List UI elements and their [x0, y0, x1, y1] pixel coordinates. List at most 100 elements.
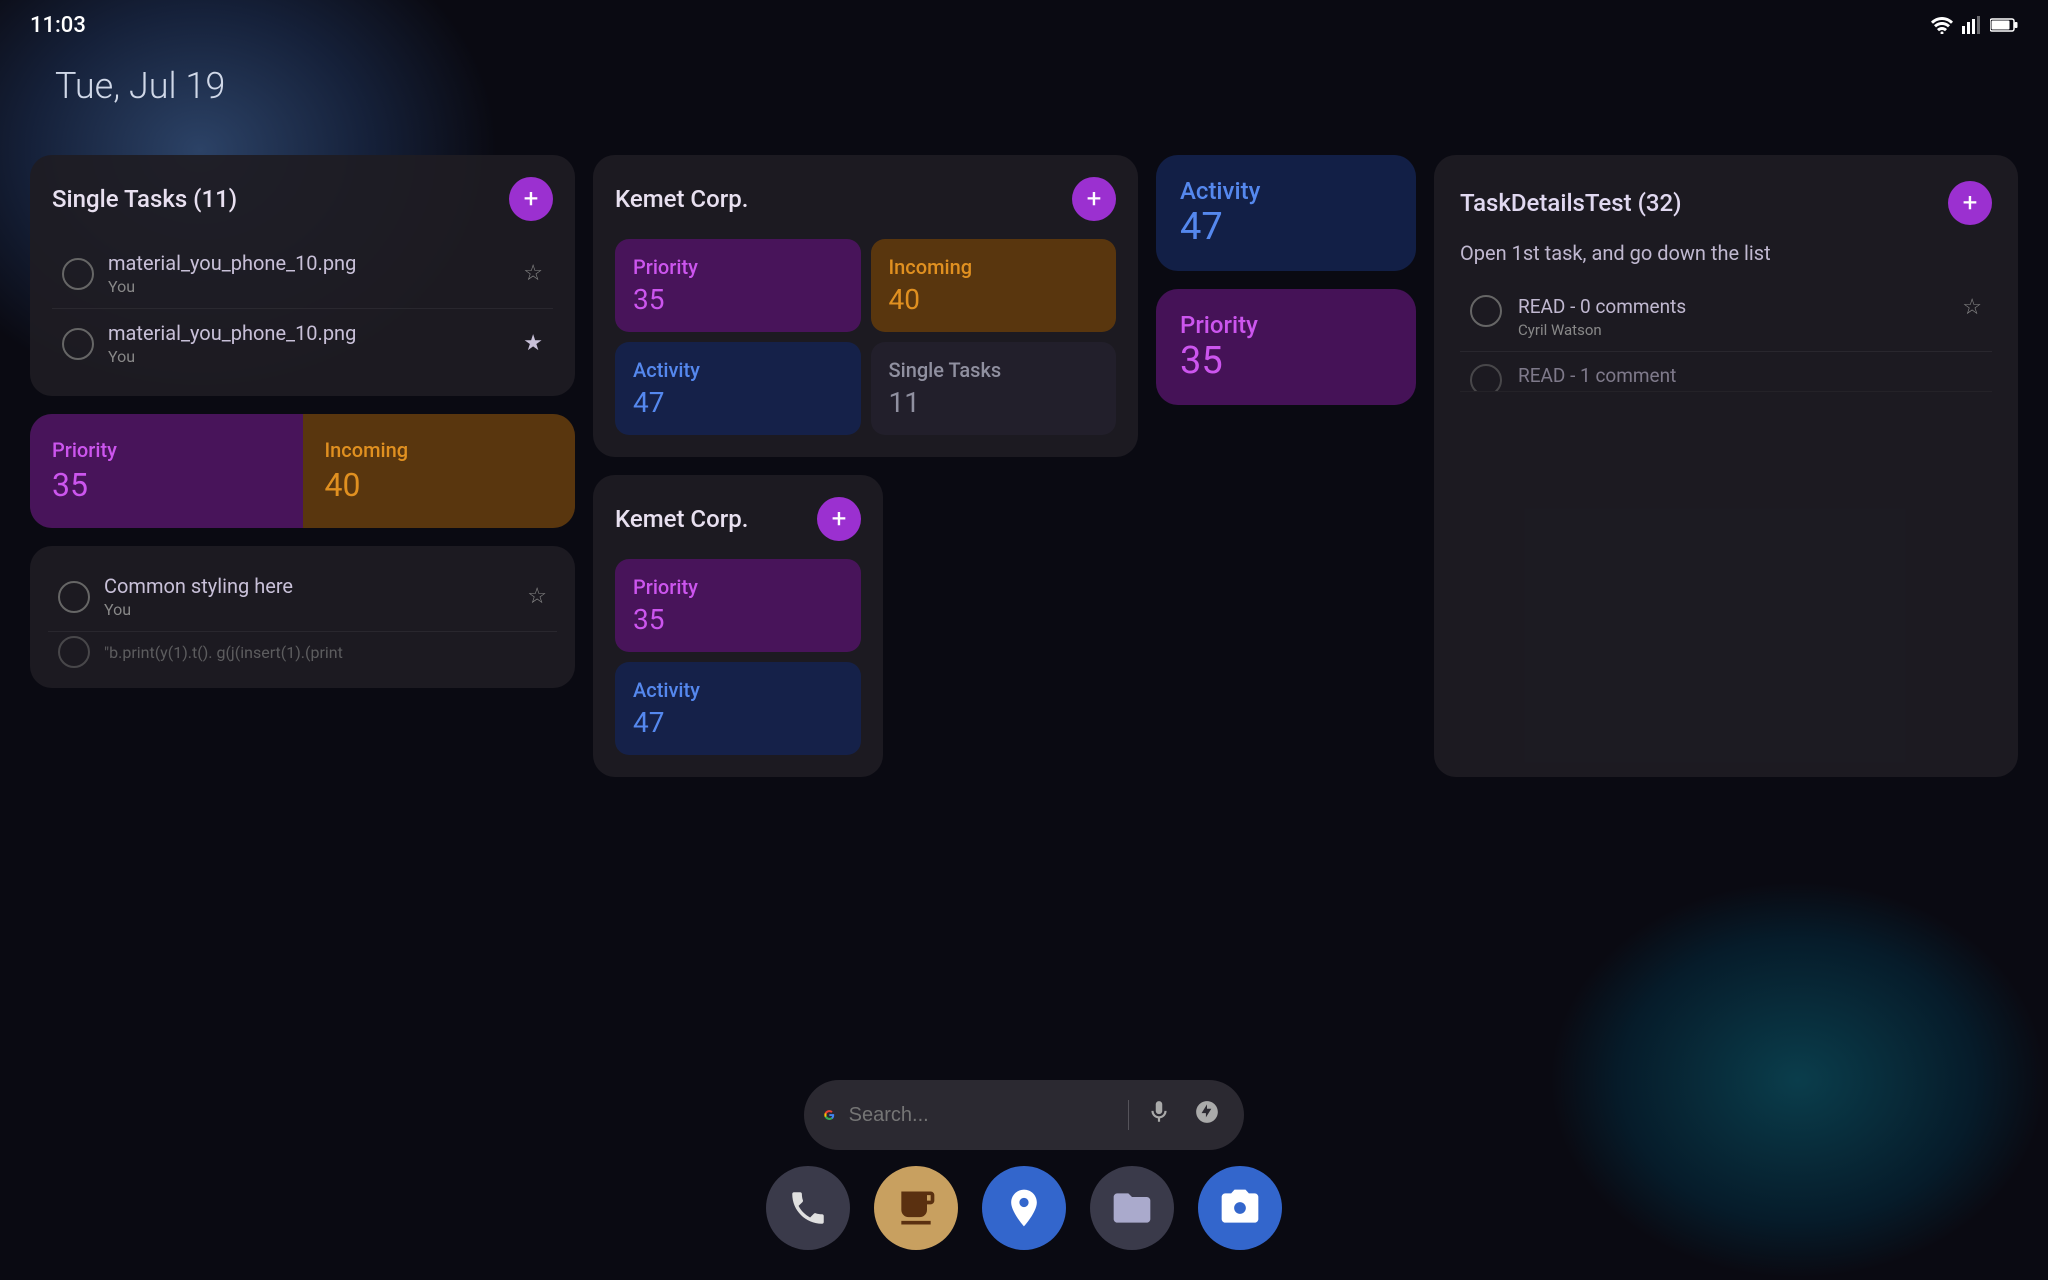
- kemet-small-activity-cell[interactable]: Activity 47: [615, 662, 861, 755]
- task-checkbox[interactable]: [62, 328, 94, 360]
- single-tasks-title: Single Tasks (11): [52, 185, 237, 213]
- background-blob-2: [1548, 880, 2048, 1280]
- signal-icon: [1962, 16, 1982, 34]
- task-details-add-button[interactable]: +: [1948, 181, 1992, 225]
- dock-files-icon[interactable]: [1090, 1166, 1174, 1250]
- priority-incoming-widget: Priority 35 Incoming 40: [30, 414, 575, 528]
- priority-half[interactable]: Priority 35: [30, 414, 303, 528]
- task-detail-item[interactable]: READ - 0 comments Cyril Watson ☆: [1460, 283, 1992, 352]
- task-item-partial[interactable]: "b.print(y(1).t(). g(j(insert(1).(print: [48, 632, 557, 672]
- kemet-small-title: Kemet Corp.: [615, 505, 748, 533]
- activity-value: 47: [1180, 205, 1392, 249]
- kemet-incoming-cell[interactable]: Incoming 40: [871, 239, 1117, 332]
- task-detail-name: READ - 1 comment: [1518, 364, 1982, 387]
- priority-label: Priority: [52, 438, 281, 462]
- task-name: material_you_phone_10.png: [108, 321, 523, 345]
- cell-value: 47: [633, 706, 843, 739]
- middle-column: Kemet Corp. + Priority 35 Incoming 40 Ac…: [593, 155, 1138, 777]
- task-item[interactable]: Common styling here You ☆: [48, 562, 557, 632]
- dock-maps-icon[interactable]: [982, 1166, 1066, 1250]
- incoming-value: 40: [325, 466, 554, 504]
- task-assignee: You: [104, 600, 527, 619]
- search-input[interactable]: [849, 1104, 1114, 1127]
- task-star-icon[interactable]: ★: [523, 331, 543, 356]
- task-item[interactable]: material_you_phone_10.png You ★: [52, 309, 553, 378]
- wifi-icon: [1930, 16, 1954, 34]
- right-section: Activity 47 Priority 35 TaskDetailsTest …: [1156, 155, 2018, 777]
- cell-value: 35: [633, 283, 843, 316]
- cell-label: Priority: [633, 255, 843, 279]
- kemet-large-add-button[interactable]: +: [1072, 177, 1116, 221]
- priority-value: 35: [1180, 339, 1392, 383]
- lens-icon[interactable]: [1190, 1095, 1224, 1136]
- task-item[interactable]: material_you_phone_10.png You ☆: [52, 239, 553, 309]
- task-details-title: TaskDetailsTest (32): [1460, 189, 1682, 217]
- kemet-priority-cell[interactable]: Priority 35: [615, 239, 861, 332]
- priority-label: Priority: [1180, 311, 1392, 339]
- task-detail-star[interactable]: ☆: [1962, 295, 1982, 320]
- cell-label: Incoming: [889, 255, 1099, 279]
- task-star-icon[interactable]: ☆: [523, 261, 543, 286]
- left-column: Single Tasks (11) + material_you_phone_1…: [30, 155, 575, 777]
- kemet-activity-cell[interactable]: Activity 47: [615, 342, 861, 435]
- task-details-header: TaskDetailsTest (32) +: [1460, 181, 1992, 225]
- priority-value: 35: [52, 466, 281, 504]
- kemet-small-widget: Kemet Corp. + Priority 35 Activity 47: [593, 475, 883, 777]
- task-assignee: You: [108, 277, 523, 296]
- kemet-small-cells: Priority 35 Activity 47: [615, 559, 861, 755]
- task-details-widget: TaskDetailsTest (32) + Open 1st task, an…: [1434, 155, 2018, 777]
- cell-value: 40: [889, 283, 1099, 316]
- task-checkbox[interactable]: [58, 581, 90, 613]
- task-checkbox[interactable]: [62, 258, 94, 290]
- single-tasks-add-button[interactable]: +: [509, 177, 553, 221]
- priority-right-widget[interactable]: Priority 35: [1156, 289, 1416, 405]
- incoming-half[interactable]: Incoming 40: [303, 414, 576, 528]
- task-assignee: You: [108, 347, 523, 366]
- activity-label: Activity: [1180, 177, 1392, 205]
- task-list-widget: Common styling here You ☆ "b.print(y(1).…: [30, 546, 575, 688]
- status-bar: 11:03: [0, 0, 2048, 50]
- search-bar-container: [804, 1080, 1244, 1150]
- task-checkbox[interactable]: [58, 636, 90, 668]
- dock: [766, 1166, 1282, 1250]
- google-logo: [824, 1099, 835, 1131]
- cell-label: Single Tasks: [889, 358, 1099, 382]
- battery-icon: [1990, 17, 2018, 33]
- task-detail-assignee: Cyril Watson: [1518, 321, 1962, 339]
- cell-value: 35: [633, 603, 843, 636]
- task-detail-item-partial[interactable]: READ - 1 comment: [1460, 352, 1992, 392]
- task-detail-name: READ - 0 comments: [1518, 295, 1962, 318]
- task-star-icon[interactable]: ☆: [527, 584, 547, 609]
- dock-camera-icon[interactable]: [1198, 1166, 1282, 1250]
- date-display: Tue, Jul 19: [55, 65, 225, 107]
- task-details-description: Open 1st task, and go down the list: [1460, 241, 1992, 265]
- kemet-large-header: Kemet Corp. +: [615, 177, 1116, 221]
- cell-value: 47: [633, 386, 843, 419]
- single-tasks-widget: Single Tasks (11) + material_you_phone_1…: [30, 155, 575, 396]
- task-name: "b.print(y(1).t(). g(j(insert(1).(print: [104, 643, 547, 662]
- cell-value: 11: [889, 386, 1099, 419]
- cell-label: Priority: [633, 575, 843, 599]
- microphone-icon[interactable]: [1142, 1095, 1176, 1136]
- kemet-small-add-button[interactable]: +: [817, 497, 861, 541]
- task-name: material_you_phone_10.png: [108, 251, 523, 275]
- stacked-cards: Activity 47 Priority 35: [1156, 155, 1416, 777]
- kemet-large-title: Kemet Corp.: [615, 185, 748, 213]
- cell-label: Activity: [633, 358, 843, 382]
- single-tasks-header: Single Tasks (11) +: [52, 177, 553, 221]
- status-time: 11:03: [30, 13, 86, 38]
- kemet-small-header: Kemet Corp. +: [615, 497, 861, 541]
- incoming-label: Incoming: [325, 438, 554, 462]
- kemet-large-widget: Kemet Corp. + Priority 35 Incoming 40 Ac…: [593, 155, 1138, 457]
- cell-label: Activity: [633, 678, 843, 702]
- kemet-singletasks-cell[interactable]: Single Tasks 11: [871, 342, 1117, 435]
- dock-app1-icon[interactable]: [874, 1166, 958, 1250]
- dock-phone-icon[interactable]: [766, 1166, 850, 1250]
- activity-widget[interactable]: Activity 47: [1156, 155, 1416, 271]
- kemet-small-priority-cell[interactable]: Priority 35: [615, 559, 861, 652]
- search-bar[interactable]: [804, 1080, 1244, 1150]
- task-checkbox[interactable]: [1470, 295, 1502, 327]
- task-checkbox[interactable]: [1470, 364, 1502, 392]
- task-name: Common styling here: [104, 574, 527, 598]
- status-icons: [1930, 16, 2018, 34]
